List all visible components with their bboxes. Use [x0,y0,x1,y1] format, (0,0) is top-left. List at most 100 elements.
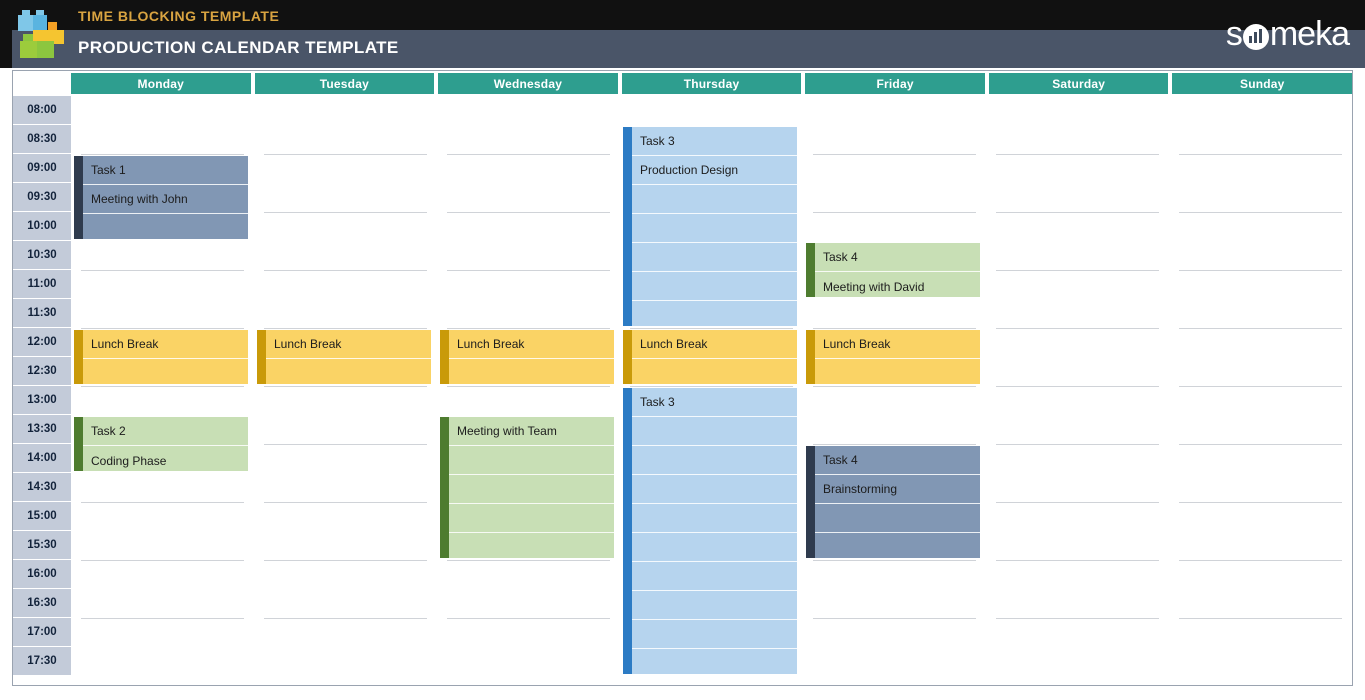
brand-suffix: meka [1269,15,1350,53]
gridline [1179,328,1342,329]
day-header-tuesday[interactable]: Tuesday [254,73,435,94]
time-label: 08:00 [13,96,71,125]
day-header-sunday[interactable]: Sunday [1172,73,1353,94]
time-label: 10:30 [13,241,71,270]
calendar-event[interactable]: Lunch Break [257,330,431,384]
calendar-event[interactable]: Lunch Break [623,330,797,384]
calendar-event[interactable]: Task 4 Brainstorming [806,446,980,558]
event-text-line [632,504,797,533]
calendar-event[interactable]: Lunch Break [806,330,980,384]
calendar-event[interactable]: Lunch Break [74,330,248,384]
gridline [996,560,1159,561]
gridline [81,154,244,155]
calendar-event[interactable]: Task 3 Production Design [623,127,797,326]
gridline [630,328,793,329]
event-text-line [632,185,797,214]
event-text-line [449,475,614,504]
event-text-line [632,359,797,384]
gridline [264,618,427,619]
gridline [1179,386,1342,387]
event-text-line [632,649,797,674]
gridline [1179,618,1342,619]
calendar-sheet: Monday Tuesday Wednesday Thursday Friday Satu… [12,70,1353,686]
day-column-tuesday[interactable]: Lunch Break [254,96,437,685]
day-header-friday[interactable]: Friday [805,73,985,94]
gridline [264,212,427,213]
day-column-friday[interactable]: Task 4 Meeting with David Lunch Break Task … [803,96,986,685]
gridline [447,212,610,213]
time-label: 11:00 [13,270,71,299]
event-text-line [632,533,797,562]
event-text-line: Coding Phase [91,453,167,468]
event-text-line [815,359,980,384]
gridline [996,444,1159,445]
time-label: 17:00 [13,618,71,647]
gridline [447,386,610,387]
day-header-saturday[interactable]: Saturday [988,73,1169,94]
event-text-line [815,533,980,558]
gridline [813,328,976,329]
day-header-thursday[interactable]: Thursday [621,73,802,94]
gridline [813,560,976,561]
event-text-line [632,475,797,504]
event-text-line: Lunch Break [83,330,248,359]
day-column-monday[interactable]: Task 1 Meeting with John Lunch Break Task 2… [71,96,254,685]
event-text-line: Task 3 [632,388,797,417]
time-label: 10:00 [13,212,71,241]
event-text-line: Lunch Break [266,330,431,359]
event-text-line [449,359,614,384]
day-column-sunday[interactable] [1169,96,1352,685]
time-label: 09:30 [13,183,71,212]
event-text-line: Task 3 [632,127,797,156]
day-header-monday[interactable]: Monday [71,73,251,94]
time-label: 08:30 [13,125,71,154]
event-text-line: Task 1 [83,156,248,185]
calendar-event[interactable]: Meeting with Team [440,417,614,558]
calendar-event[interactable]: Task 3 [623,388,797,674]
event-text-line [632,417,797,446]
day-column-wednesday[interactable]: Lunch Break Meeting with Team [437,96,620,685]
event-text-line: Meeting with John [83,185,248,214]
calendar-event[interactable]: Task 1 Meeting with John [74,156,248,239]
someka-blocks-logo [14,6,68,62]
time-label: 12:00 [13,328,71,357]
gridline [813,444,976,445]
gridline [447,560,610,561]
gridline [447,154,610,155]
day-header-wednesday[interactable]: Wednesday [438,73,618,94]
header-subtitle: TIME BLOCKING TEMPLATE [78,8,280,24]
event-text-line [266,359,431,384]
gridline [447,328,610,329]
time-label: 14:00 [13,444,71,473]
app-header: TIME BLOCKING TEMPLATE PRODUCTION CALEND… [0,0,1365,68]
event-text-line [632,272,797,301]
event-text-line: Task 4 [815,446,980,475]
gridline [81,270,244,271]
event-text-line [449,533,614,558]
gridline [630,386,793,387]
gridline [264,154,427,155]
someka-wordmark: s meka [1226,14,1350,54]
gridline [813,618,976,619]
day-column-saturday[interactable] [986,96,1169,685]
calendar-event[interactable]: Task 2 Coding Phase [74,417,248,471]
event-text-line: Lunch Break [815,330,980,359]
calendar-event[interactable]: Lunch Break [440,330,614,384]
event-text-line [83,359,248,384]
day-column-thursday[interactable]: Task 3 Production Design Lunch Break Task 3 [620,96,803,685]
day-columns-area: Task 1 Meeting with John Lunch Break Task 2… [71,96,1352,685]
event-text-line [449,446,614,475]
gridline [264,386,427,387]
gridline [1179,560,1342,561]
calendar-event[interactable]: Task 4 Meeting with David [806,243,980,297]
event-text-line [632,446,797,475]
event-text-line [632,243,797,272]
gridline [813,212,976,213]
time-label: 12:30 [13,357,71,386]
event-text-line [815,504,980,533]
gridline [264,328,427,329]
time-label: 14:30 [13,473,71,502]
time-label: 13:30 [13,415,71,444]
gridline [264,560,427,561]
time-axis-column: 08:00 08:30 09:00 09:30 10:00 10:30 11:00 11:30… [13,96,71,685]
